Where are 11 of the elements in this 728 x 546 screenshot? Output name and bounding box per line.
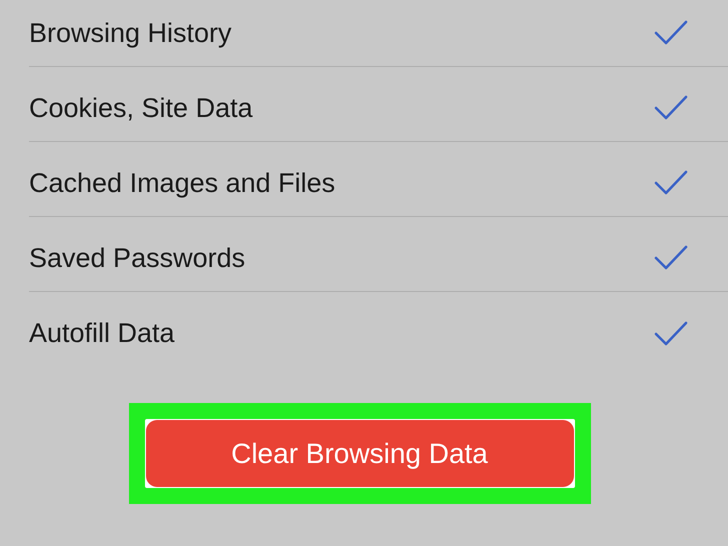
checkmark-icon[interactable] (654, 245, 688, 271)
option-label: Cookies, Site Data (29, 92, 253, 124)
option-label: Cached Images and Files (29, 168, 336, 198)
clear-data-button[interactable]: Clear Browsing Data (146, 420, 574, 487)
option-label: Saved Passwords (29, 242, 246, 274)
checkmark-icon[interactable] (654, 95, 688, 121)
checkmark-icon[interactable] (654, 170, 688, 196)
option-label: Browsing History (29, 18, 232, 48)
checkmark-icon[interactable] (654, 20, 688, 46)
checkmark-icon[interactable] (654, 320, 688, 346)
option-label: Autofill Data (29, 318, 175, 349)
